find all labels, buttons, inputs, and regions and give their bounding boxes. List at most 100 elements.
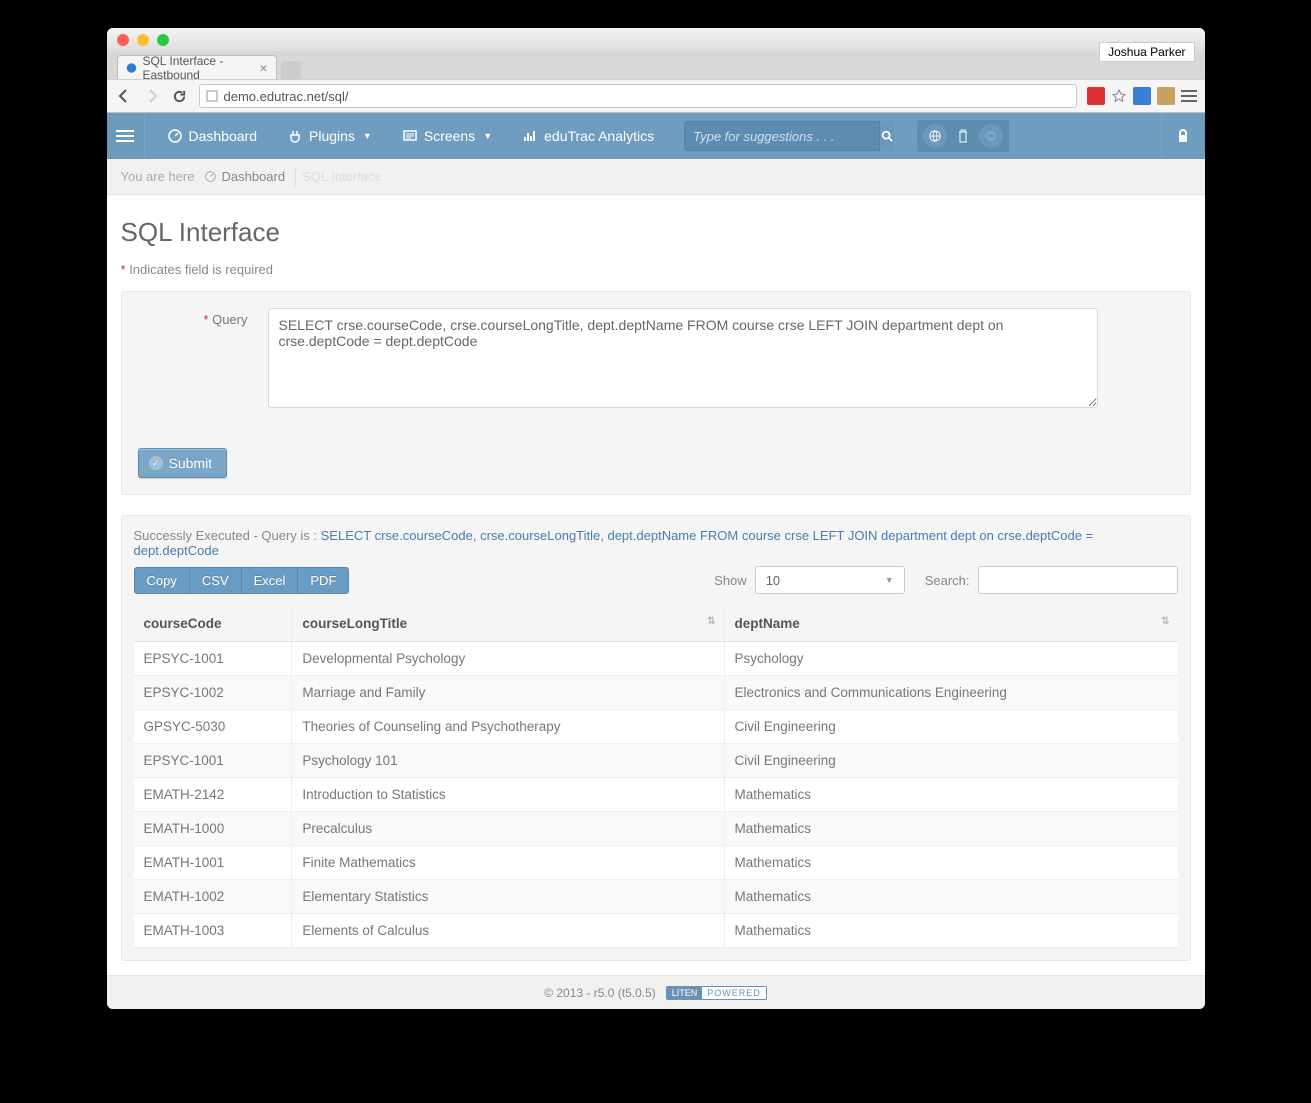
table-search-input[interactable] (978, 566, 1178, 594)
nav-screens-label: Screens (424, 128, 475, 144)
table-cell: Theories of Counseling and Psychotherapy (292, 710, 724, 744)
window-controls (117, 34, 169, 46)
search-button[interactable] (879, 121, 894, 151)
trash-button[interactable] (953, 124, 973, 148)
search-box[interactable] (684, 121, 889, 151)
nav-plugins[interactable]: Plugins ▼ (279, 128, 380, 144)
new-tab-button[interactable] (281, 61, 301, 79)
table-row[interactable]: EMATH-1003Elements of CalculusMathematic… (134, 914, 1178, 948)
table-row[interactable]: EMATH-1001Finite MathematicsMathematics (134, 846, 1178, 880)
search-label: Search: (925, 573, 970, 588)
user-badge[interactable]: Joshua Parker (1099, 42, 1194, 62)
table-cell: Introduction to Statistics (292, 778, 724, 812)
chevron-down-icon: ▼ (885, 575, 894, 585)
table-cell: EMATH-1000 (134, 812, 292, 846)
extension-icon-2[interactable] (1133, 87, 1151, 105)
tab-strip: SQL Interface - Eastbound × (107, 52, 1205, 79)
breadcrumb-dashboard[interactable]: Dashboard (204, 169, 285, 184)
col-courseCode[interactable]: courseCode (134, 606, 292, 642)
extension-icon-1[interactable] (1087, 87, 1105, 105)
footer: © 2013 - r5.0 (t5.0.5) LITENPOWERED (107, 975, 1205, 1009)
back-button[interactable] (115, 87, 133, 105)
url-input[interactable]: demo.edutrac.net/sql/ (199, 84, 1077, 108)
breadcrumb-dashboard-label: Dashboard (221, 169, 285, 184)
result-toolbar: Copy CSV Excel PDF Show 10 ▼ Search: (134, 566, 1178, 594)
table-cell: Mathematics (724, 778, 1177, 812)
screen-icon (402, 128, 418, 144)
table-cell: Mathematics (724, 914, 1177, 948)
bookmark-icon[interactable] (1111, 88, 1127, 104)
extension-icon-3[interactable] (1157, 87, 1175, 105)
table-cell: Electronics and Communications Engineeri… (724, 676, 1177, 710)
table-cell: Elementary Statistics (292, 880, 724, 914)
csv-button[interactable]: CSV (190, 567, 242, 594)
submit-button[interactable]: ✓ Submit (138, 448, 228, 478)
forward-button[interactable] (143, 87, 161, 105)
table-cell: Elements of Calculus (292, 914, 724, 948)
copy-button[interactable]: Copy (134, 567, 190, 594)
table-row[interactable]: EPSYC-1001Developmental PsychologyPsycho… (134, 642, 1178, 676)
result-panel: Successly Executed - Query is : SELECT c… (121, 515, 1191, 961)
minimize-window-icon[interactable] (137, 34, 149, 46)
url-text: demo.edutrac.net/sql/ (224, 89, 349, 104)
minus-icon (984, 129, 998, 143)
chrome-menu-icon[interactable] (1181, 90, 1197, 102)
titlebar: Joshua Parker (107, 28, 1205, 52)
result-status: Successly Executed - Query is : SELECT c… (134, 528, 1178, 558)
table-search: Search: (925, 566, 1178, 594)
chevron-down-icon: ▼ (363, 131, 372, 141)
query-label: * Query (138, 308, 248, 408)
col-deptName[interactable]: deptName⇅ (724, 606, 1177, 642)
table-cell: Mathematics (724, 846, 1177, 880)
lock-icon (1175, 128, 1191, 144)
back-icon (116, 88, 132, 104)
export-group: Copy CSV Excel PDF (134, 567, 350, 594)
table-row[interactable]: EPSYC-1002Marriage and FamilyElectronics… (134, 676, 1178, 710)
top-nav: Dashboard Plugins ▼ Screens ▼ eduTrac An… (107, 113, 1205, 159)
nav-screens[interactable]: Screens ▼ (394, 128, 500, 144)
nav-plugins-label: Plugins (309, 128, 355, 144)
table-row[interactable]: EMATH-2142Introduction to StatisticsMath… (134, 778, 1178, 812)
nav-analytics[interactable]: eduTrac Analytics (514, 128, 662, 144)
reload-button[interactable] (171, 87, 189, 105)
show-label: Show (714, 573, 747, 588)
table-cell: EPSYC-1001 (134, 642, 292, 676)
results-table: courseCodecourseLongTitle⇅deptName⇅ EPSY… (134, 606, 1178, 948)
powered-badge[interactable]: LITENPOWERED (666, 986, 767, 1000)
pdf-button[interactable]: PDF (298, 567, 349, 594)
table-row[interactable]: EMATH-1002Elementary StatisticsMathemati… (134, 880, 1178, 914)
show-dropdown[interactable]: 10 ▼ (755, 566, 905, 594)
copyright: © 2013 - r5.0 (t5.0.5) (544, 986, 656, 1000)
table-row[interactable]: EMATH-1000PrecalculusMathematics (134, 812, 1178, 846)
query-panel: * Query ✓ Submit (121, 291, 1191, 495)
maximize-window-icon[interactable] (157, 34, 169, 46)
reload-icon (172, 89, 187, 104)
globe-button[interactable] (923, 124, 947, 148)
tab-sql-interface[interactable]: SQL Interface - Eastbound × (117, 55, 277, 79)
trash-icon (957, 129, 969, 143)
nav-dashboard[interactable]: Dashboard (159, 128, 266, 144)
breadcrumb: You are here Dashboard SQL Interface (107, 159, 1205, 195)
table-cell: Psychology (724, 642, 1177, 676)
search-input[interactable] (685, 129, 879, 144)
menu-toggle[interactable] (107, 113, 145, 159)
table-row[interactable]: EPSYC-1001Psychology 101Civil Engineerin… (134, 744, 1178, 778)
submit-label: Submit (169, 455, 213, 471)
excel-button[interactable]: Excel (242, 567, 299, 594)
lock-button[interactable] (1161, 113, 1205, 159)
address-bar: demo.edutrac.net/sql/ (107, 79, 1205, 113)
content: SQL Interface * Indicates field is requi… (107, 195, 1205, 975)
table-row[interactable]: GPSYC-5030Theories of Counseling and Psy… (134, 710, 1178, 744)
sort-icon: ⇅ (707, 616, 715, 627)
app-window: Joshua Parker SQL Interface - Eastbound … (107, 28, 1205, 1009)
query-textarea[interactable] (268, 308, 1098, 408)
table-cell: Mathematics (724, 812, 1177, 846)
required-hint: * Indicates field is required (121, 262, 1191, 277)
minus-button[interactable] (979, 124, 1003, 148)
search-icon (880, 129, 894, 143)
close-window-icon[interactable] (117, 34, 129, 46)
table-cell: Precalculus (292, 812, 724, 846)
col-courseLongTitle[interactable]: courseLongTitle⇅ (292, 606, 724, 642)
table-cell: Marriage and Family (292, 676, 724, 710)
close-tab-icon[interactable]: × (259, 60, 267, 76)
